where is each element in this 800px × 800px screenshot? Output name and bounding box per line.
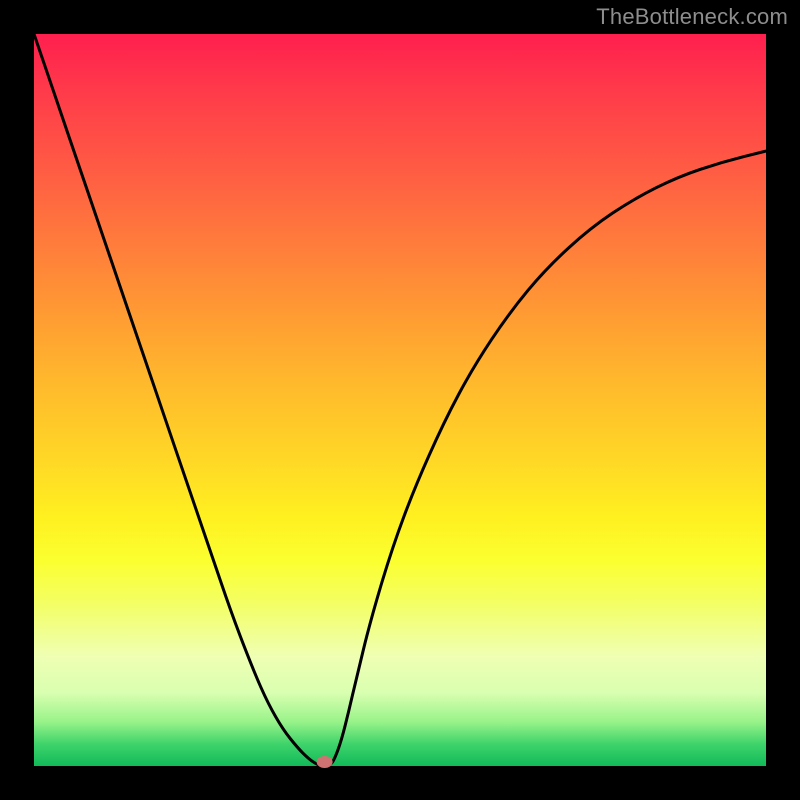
curve-svg bbox=[34, 34, 766, 766]
watermark-text: TheBottleneck.com bbox=[596, 4, 788, 30]
bottleneck-curve bbox=[34, 34, 766, 766]
optimum-marker bbox=[317, 756, 333, 768]
chart-frame: TheBottleneck.com bbox=[0, 0, 800, 800]
plot-area bbox=[34, 34, 766, 766]
